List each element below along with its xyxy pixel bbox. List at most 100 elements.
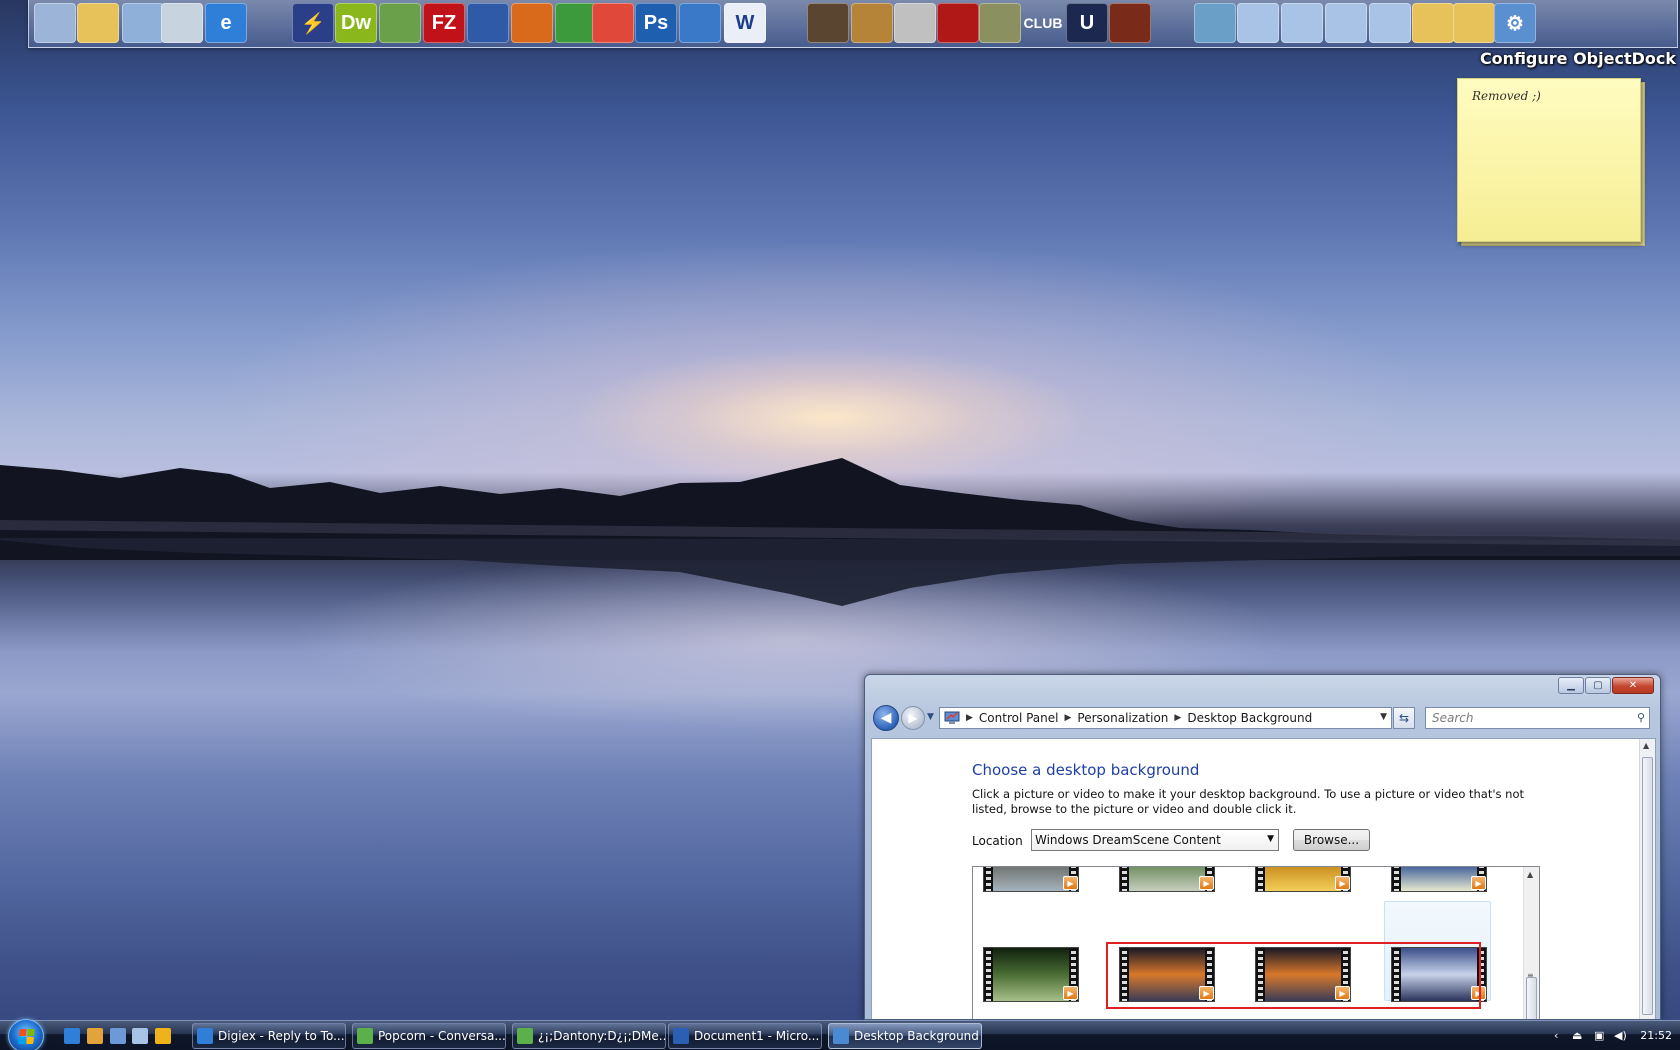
breadcrumb-separator-icon: ▶ xyxy=(1174,713,1182,723)
settings-gears-icon[interactable]: ⚙ xyxy=(1494,3,1536,43)
app-icon xyxy=(197,1028,213,1044)
navigation-bar: ◀ ▶ ▼ ▶ Control Panel ▶ Personalization … xyxy=(873,705,1653,733)
address-bar[interactable]: ▶ Control Panel ▶ Personalization ▶ Desk… xyxy=(939,707,1392,729)
scroll-up-icon[interactable]: ▲ xyxy=(1643,741,1649,750)
network-status-icon[interactable]: ▣ xyxy=(1594,1029,1604,1042)
object-dock: e ⚡ Dw FZ Ps W CLUB U ⚙ xyxy=(28,0,1678,48)
back-button[interactable]: ◀ xyxy=(873,705,899,731)
video-planet[interactable]: ▶ xyxy=(1391,867,1487,892)
scroll-thumb[interactable] xyxy=(1642,757,1653,1015)
show-hidden-icons-icon[interactable]: ‹ xyxy=(1554,1029,1558,1042)
computer-shortcut-3-icon[interactable] xyxy=(1325,3,1367,43)
quicklaunch-media-player-icon[interactable] xyxy=(155,1028,171,1044)
word-icon[interactable]: W xyxy=(724,3,766,43)
breadcrumb-desktop-background[interactable]: Desktop Background xyxy=(1187,711,1312,725)
downloads-icon[interactable] xyxy=(1194,3,1236,43)
sticky-note[interactable]: Removed ;) xyxy=(1457,78,1641,242)
windows-flag-icon[interactable] xyxy=(555,3,597,43)
unreal-tournament-icon[interactable]: U xyxy=(1066,3,1108,43)
volume-icon[interactable]: ◀) xyxy=(1614,1029,1627,1042)
photoshop-icon[interactable]: Ps xyxy=(635,3,677,43)
devil-may-cry-icon[interactable] xyxy=(979,3,1021,43)
samurai-game-icon[interactable] xyxy=(807,3,849,43)
folder-1-icon[interactable] xyxy=(1412,3,1454,43)
search-input[interactable]: Search ⚲ xyxy=(1425,707,1650,729)
media-burner-icon[interactable] xyxy=(511,3,553,43)
gears-of-war-icon[interactable] xyxy=(937,3,979,43)
daemon-tools-icon[interactable]: ⚡ xyxy=(292,3,334,43)
back-arrow-icon: ◀ xyxy=(880,710,892,726)
chevron-down-icon: ▼ xyxy=(927,712,934,722)
video-preview-image xyxy=(1401,867,1477,891)
close-button[interactable]: ✕ xyxy=(1612,677,1654,694)
breadcrumb-personalization[interactable]: Personalization xyxy=(1077,711,1168,725)
app-icon xyxy=(833,1028,849,1044)
filezilla-icon[interactable]: FZ xyxy=(423,3,465,43)
quicklaunch-thunderbird-icon[interactable] xyxy=(87,1028,103,1044)
maximize-button[interactable]: ▢ xyxy=(1585,677,1611,694)
filmstrip-edge xyxy=(1256,867,1265,891)
dreamweaver-icon[interactable]: Dw xyxy=(335,3,377,43)
refresh-button[interactable]: ⇆ xyxy=(1393,707,1415,729)
search-icon[interactable]: ⚲ xyxy=(1637,711,1645,724)
clock[interactable]: 21:52 xyxy=(1640,1029,1672,1042)
documents-folder-icon[interactable] xyxy=(77,3,119,43)
quicklaunch-switch-windows-icon[interactable] xyxy=(132,1028,148,1044)
computer-shortcut-1-icon[interactable] xyxy=(1237,3,1279,43)
task-dantony[interactable]: ¿¡;Dantony:D¿¡;DMe... xyxy=(512,1023,666,1049)
feeds-reader-icon[interactable] xyxy=(379,3,421,43)
video-fire-lights[interactable]: ▶ xyxy=(1255,867,1351,892)
task-label: Digiex - Reply to To... xyxy=(218,1029,345,1043)
quicklaunch-show-desktop-icon[interactable] xyxy=(110,1028,126,1044)
page-description: Click a picture or video to make it your… xyxy=(972,787,1525,816)
internet-explorer-icon[interactable]: e xyxy=(205,3,247,43)
task-document1[interactable]: Document1 - Micro... xyxy=(668,1023,822,1049)
folder-2-icon[interactable] xyxy=(1453,3,1495,43)
computer-shortcut-2-icon[interactable] xyxy=(1281,3,1323,43)
recycle-bin-icon[interactable] xyxy=(161,3,203,43)
the-club-icon[interactable]: CLUB xyxy=(1022,3,1064,43)
task-digiex[interactable]: Digiex - Reply to To... xyxy=(192,1023,346,1049)
video-preview-image xyxy=(1265,867,1341,891)
computer-shortcut-4-icon[interactable] xyxy=(1369,3,1411,43)
video-preview-image xyxy=(993,948,1069,1001)
page-title: Choose a desktop background xyxy=(972,761,1200,779)
desktop-background-window[interactable]: ▁ ▢ ✕ ◀ ▶ ▼ ▶ Control Panel ▶ Personaliz… xyxy=(864,674,1661,1020)
mascot-game-icon[interactable] xyxy=(894,3,936,43)
medal-of-honor-icon[interactable] xyxy=(1109,3,1151,43)
recent-pages-dropdown[interactable]: ▼ xyxy=(927,712,934,722)
computer-icon[interactable] xyxy=(34,3,76,43)
video-preview-image xyxy=(1129,867,1205,891)
scroll-up-icon[interactable]: ▲ xyxy=(1527,870,1533,879)
browse-button[interactable]: Browse... xyxy=(1293,829,1370,851)
minimize-button[interactable]: ▁ xyxy=(1558,677,1584,694)
age-of-empires-icon[interactable] xyxy=(851,3,893,43)
content-scrollbar[interactable]: ▲ xyxy=(1639,739,1655,1019)
address-dropdown-icon[interactable]: ▼ xyxy=(1380,712,1387,722)
google-earth-icon[interactable] xyxy=(467,3,509,43)
usb-device-icon[interactable]: ⏏ xyxy=(1572,1029,1582,1042)
play-icon: ▶ xyxy=(1063,986,1078,1000)
task-popcorn[interactable]: Popcorn - Conversa... xyxy=(352,1023,506,1049)
scroll-thumb[interactable] xyxy=(1526,977,1537,1019)
quicklaunch-ie-icon[interactable] xyxy=(64,1028,80,1044)
nero-burn-icon[interactable] xyxy=(592,3,634,43)
network-icon[interactable] xyxy=(122,3,164,43)
location-selected-value: Windows DreamScene Content xyxy=(1035,833,1221,847)
task-label: Desktop Background xyxy=(854,1029,979,1043)
sticky-note-text: Removed ;) xyxy=(1472,89,1541,103)
video-waterfall[interactable]: ▶ xyxy=(1119,867,1215,892)
selection-highlight-box xyxy=(1106,942,1481,1009)
thumbnail-scrollbar[interactable]: ▲ ≡ xyxy=(1523,867,1539,1019)
filmstrip-edge xyxy=(984,867,993,891)
task-desktop-background[interactable]: Desktop Background xyxy=(828,1023,982,1049)
breadcrumb-control-panel[interactable]: Control Panel xyxy=(979,711,1059,725)
video-mountain-road[interactable]: ▶ xyxy=(983,867,1079,892)
location-dropdown[interactable]: Windows DreamScene Content ▼ xyxy=(1031,829,1279,851)
clone-cd-icon[interactable] xyxy=(679,3,721,43)
minimize-icon: ▁ xyxy=(1567,680,1575,691)
refresh-icon: ⇆ xyxy=(1398,711,1410,725)
video-forest-stream[interactable]: ▶ xyxy=(983,947,1079,1002)
forward-button[interactable]: ▶ xyxy=(901,706,925,730)
start-button[interactable] xyxy=(8,1019,44,1050)
